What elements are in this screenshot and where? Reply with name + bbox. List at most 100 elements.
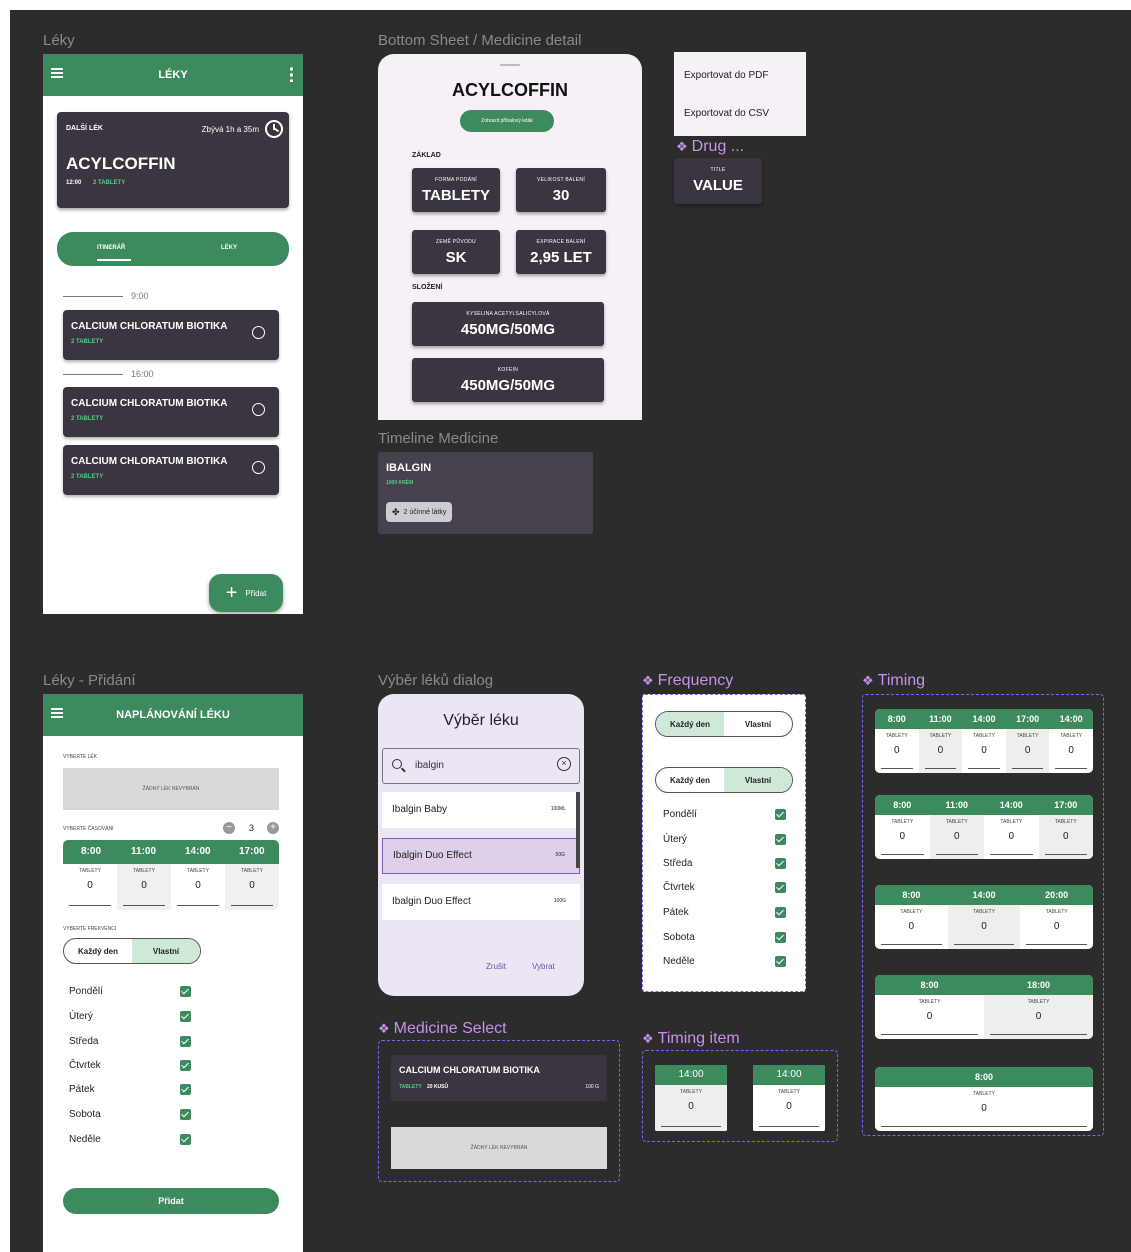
time-label[interactable]: 17:00 bbox=[1006, 714, 1050, 724]
leaflet-button[interactable]: Zobrazit příbalový leták bbox=[460, 110, 554, 132]
medicine-select-empty[interactable]: ŽÁDNÝ LÉK NEVYBRÁN bbox=[63, 768, 279, 810]
timeline-medicine-card[interactable]: CALCIUM CHLORATUM BIOTIKA 2 TABLETY bbox=[63, 310, 279, 360]
substances-chip[interactable]: ✤ 2 účinné látky bbox=[386, 502, 453, 522]
day-checkbox[interactable] bbox=[180, 986, 191, 997]
timing-cell[interactable]: TABLETY 0 bbox=[984, 815, 1039, 859]
add-fab-button[interactable]: + Přidat bbox=[209, 574, 283, 612]
scrollbar[interactable] bbox=[576, 792, 580, 868]
time-label[interactable]: 8:00 bbox=[875, 1072, 1093, 1082]
timing-cell[interactable]: TABLETY 0 bbox=[929, 815, 984, 859]
timing-cell[interactable]: TABLETY 0 bbox=[947, 905, 1021, 949]
medicine-select-empty[interactable]: ŽÁDNÝ LÉK NEVYBRÁN bbox=[391, 1127, 607, 1169]
time-label[interactable]: 8:00 bbox=[875, 800, 930, 810]
custom-option[interactable]: Vlastní bbox=[724, 768, 792, 792]
export-pdf-item[interactable]: Exportovat do PDF bbox=[684, 70, 768, 81]
export-csv-item[interactable]: Exportovat do CSV bbox=[684, 108, 769, 119]
timing-cell[interactable]: TABLETY 0 bbox=[875, 815, 930, 859]
time-label[interactable]: 20:00 bbox=[1020, 890, 1093, 900]
increment-button[interactable]: + bbox=[267, 822, 279, 834]
tab-leky[interactable]: LÉKY bbox=[221, 245, 237, 251]
timing-cell[interactable]: TABLETY 0 bbox=[117, 864, 171, 910]
timing-cell[interactable]: TABLETY 0 bbox=[171, 864, 225, 910]
menu-icon[interactable] bbox=[51, 708, 63, 718]
custom-option[interactable]: Vlastní bbox=[724, 712, 792, 736]
time-label[interactable]: 17:00 bbox=[239, 846, 265, 857]
timing-item[interactable]: 14:00 TABLETY 0 bbox=[753, 1065, 825, 1131]
day-checkbox[interactable] bbox=[180, 1036, 191, 1047]
plus-icon: + bbox=[225, 582, 238, 604]
every-day-option[interactable]: Každý den bbox=[64, 939, 132, 963]
time-label[interactable]: 11:00 bbox=[919, 714, 963, 724]
day-checkbox[interactable] bbox=[180, 1134, 191, 1145]
day-checkbox[interactable] bbox=[775, 882, 786, 893]
timing-cell[interactable]: TABLETY 0 bbox=[1005, 729, 1050, 773]
day-checkbox[interactable] bbox=[775, 907, 786, 918]
clear-icon[interactable]: × bbox=[557, 757, 571, 771]
every-day-option[interactable]: Každý den bbox=[656, 712, 724, 736]
decrement-button[interactable]: − bbox=[223, 822, 235, 834]
time-label[interactable]: 14:00 bbox=[962, 714, 1006, 724]
day-checkbox[interactable] bbox=[775, 834, 786, 845]
search-input[interactable]: ibalgin × bbox=[382, 748, 580, 784]
time-label[interactable]: 8:00 bbox=[81, 846, 101, 857]
day-checkbox[interactable] bbox=[775, 809, 786, 820]
tab-itinerary[interactable]: ITINERÁŘ bbox=[97, 245, 125, 251]
medicine-select-variants: CALCIUM CHLORATUM BIOTIKA TABLETY 20 KUS… bbox=[378, 1040, 620, 1182]
unit-label: TABLETY bbox=[1016, 733, 1039, 739]
custom-option[interactable]: Vlastní bbox=[132, 939, 200, 963]
alarm-icon[interactable] bbox=[252, 461, 265, 474]
menu-icon[interactable] bbox=[51, 68, 63, 78]
day-checkbox[interactable] bbox=[775, 932, 786, 943]
unit-label: TABLETY bbox=[1000, 819, 1023, 825]
timing-cell[interactable]: TABLETY 0 bbox=[1020, 905, 1093, 949]
timing-cell[interactable]: TABLETY 0 bbox=[918, 729, 963, 773]
medicine-amount: 100 G bbox=[585, 1084, 599, 1090]
time-label[interactable]: 17:00 bbox=[1039, 800, 1094, 810]
time-label[interactable]: 8:00 bbox=[875, 980, 984, 990]
timing-cell[interactable]: TABLETY 0 bbox=[962, 729, 1006, 773]
timing-cell[interactable]: TABLETY 0 bbox=[225, 864, 279, 910]
timing-cell[interactable]: TABLETY 0 bbox=[1038, 815, 1093, 859]
time-label[interactable]: 14:00 bbox=[984, 800, 1039, 810]
timing-item[interactable]: 14:00 TABLETY 0 bbox=[655, 1065, 727, 1131]
medicine-select-filled[interactable]: CALCIUM CHLORATUM BIOTIKA TABLETY 20 KUS… bbox=[391, 1055, 607, 1101]
timing-cell[interactable]: TABLETY 0 bbox=[1049, 729, 1093, 773]
timing-cell[interactable]: TABLETY 0 bbox=[875, 729, 919, 773]
time-label[interactable]: 18:00 bbox=[984, 980, 1093, 990]
time-label[interactable]: 14:00 bbox=[1049, 714, 1093, 724]
timing-cell[interactable]: TABLETY 0 bbox=[875, 995, 984, 1039]
time-label[interactable]: 14:00 bbox=[185, 846, 211, 857]
timing-cell[interactable]: TABLETY 0 bbox=[984, 995, 1093, 1039]
drag-handle[interactable] bbox=[500, 64, 520, 66]
timeline-medicine-card[interactable]: CALCIUM CHLORATUM BIOTIKA 2 TABLETY bbox=[63, 387, 279, 437]
day-checkbox[interactable] bbox=[775, 956, 786, 967]
medicine-option[interactable]: Ibalgin Baby 100ML bbox=[382, 792, 580, 828]
day-checkbox[interactable] bbox=[180, 1084, 191, 1095]
alarm-icon[interactable] bbox=[252, 326, 265, 339]
more-vert-icon[interactable] bbox=[290, 66, 293, 82]
add-button[interactable]: Přidat bbox=[63, 1188, 279, 1214]
component-label-medicine-select: ❖ Medicine Select bbox=[378, 1020, 507, 1037]
select-button[interactable]: Vybrat bbox=[532, 962, 555, 971]
time-label[interactable]: 8:00 bbox=[875, 714, 919, 724]
every-day-option[interactable]: Každý den bbox=[656, 768, 724, 792]
day-checkbox[interactable] bbox=[180, 1109, 191, 1120]
time-label[interactable]: 11:00 bbox=[131, 846, 156, 857]
timeline-medicine-card[interactable]: CALCIUM CHLORATUM BIOTIKA 2 TABLETY bbox=[63, 445, 279, 495]
day-checkbox[interactable] bbox=[180, 1011, 191, 1022]
next-medicine-card[interactable]: DALŠÍ LÉK Zbývá 1h a 35m ACYLCOFFIN 12:0… bbox=[57, 112, 289, 208]
time-label[interactable]: 14:00 bbox=[948, 890, 1021, 900]
alarm-icon[interactable] bbox=[252, 403, 265, 416]
medicine-option[interactable]: Ibalgin Duo Effect 100G bbox=[382, 884, 580, 920]
amount-value: 0 bbox=[1035, 1011, 1042, 1022]
timing-cell[interactable]: TABLETY 0 bbox=[875, 905, 948, 949]
timing-cell[interactable]: TABLETY 0 bbox=[63, 864, 117, 910]
day-checkbox[interactable] bbox=[775, 858, 786, 869]
time-label[interactable]: 8:00 bbox=[875, 890, 948, 900]
day-checkbox[interactable] bbox=[180, 1060, 191, 1071]
time-label[interactable]: 11:00 bbox=[930, 800, 985, 810]
cancel-button[interactable]: Zrušit bbox=[486, 962, 506, 971]
medicine-option-selected[interactable]: Ibalgin Duo Effect 50G bbox=[382, 838, 580, 874]
timing-cell[interactable]: TABLETY 0 bbox=[875, 1087, 1093, 1131]
timeline-medicine-component[interactable]: IBALGIN 1000 KRÉM ✤ 2 účinné látky bbox=[378, 452, 593, 534]
